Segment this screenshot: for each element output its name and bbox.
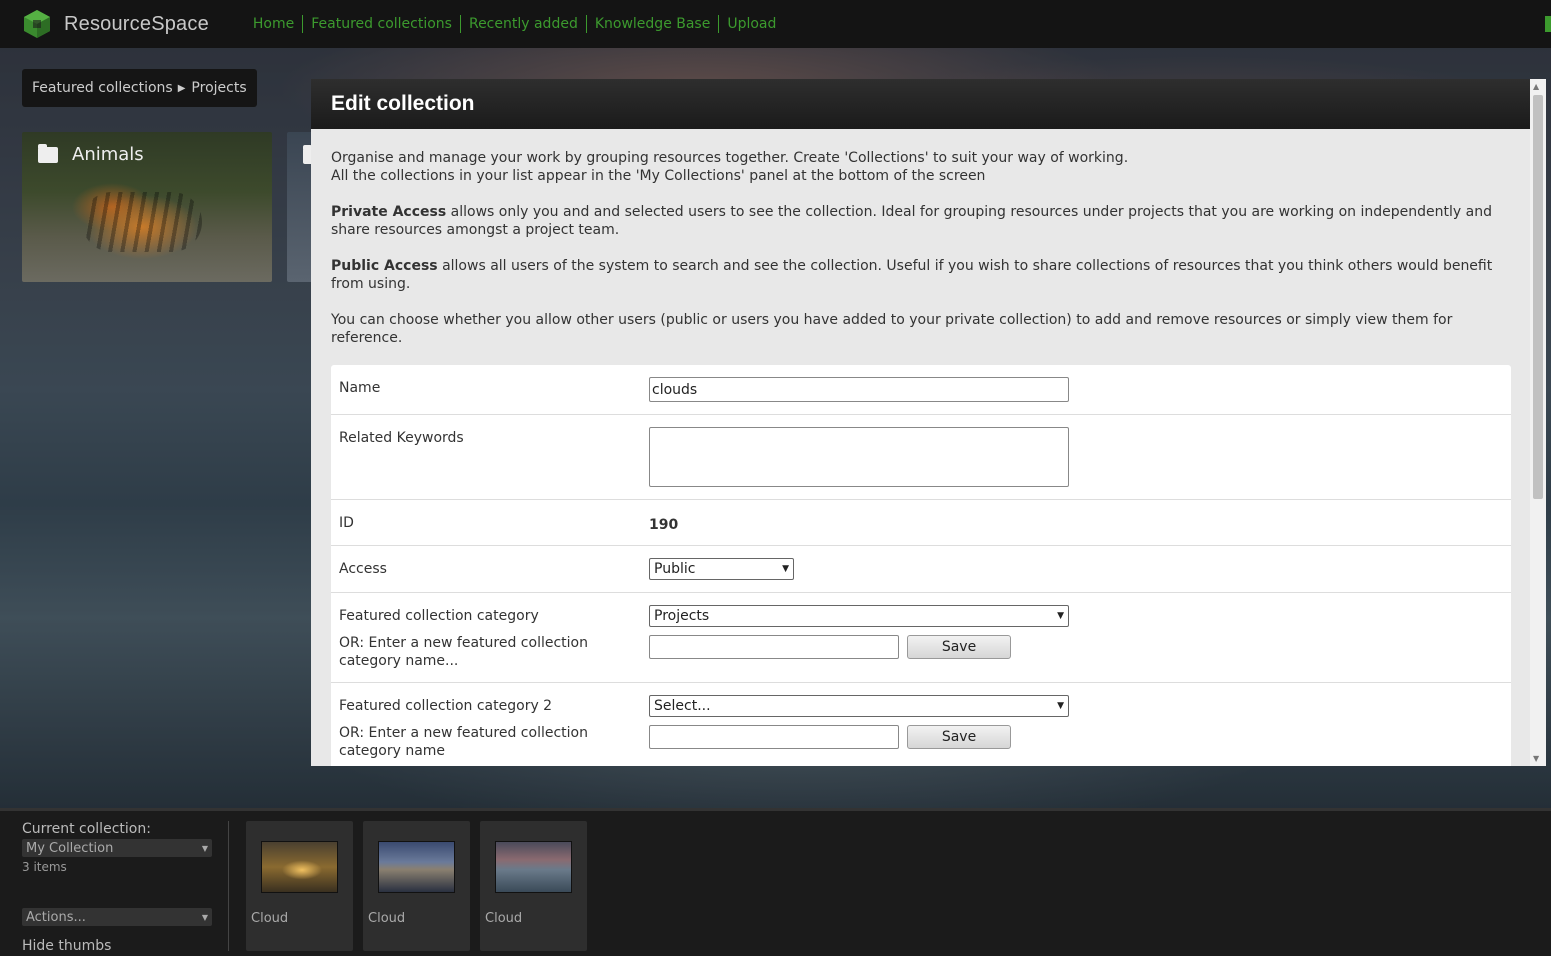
new-category2-input[interactable]: [649, 725, 899, 749]
modal-title: Edit collection: [331, 92, 475, 115]
collection-select[interactable]: My Collection ▼: [22, 839, 212, 857]
id-label: ID: [339, 515, 354, 531]
new-category-label: OR: Enter a new featured collection cate…: [339, 635, 588, 669]
actions-select[interactable]: Actions... ▼: [22, 908, 212, 926]
thumb-image: [261, 841, 338, 893]
breadcrumb: Featured collections ▶ Projects: [22, 69, 257, 107]
category2-select-value: Select...: [654, 698, 711, 714]
permissions-text: You can choose whether you allow other u…: [331, 312, 1453, 346]
logo[interactable]: ResourceSpace: [22, 9, 209, 39]
nav-upload[interactable]: Upload: [718, 15, 784, 33]
breadcrumb-featured-collections[interactable]: Featured collections: [32, 80, 173, 96]
category-select-value: Projects: [654, 608, 710, 624]
access-label: Access: [339, 561, 387, 577]
scroll-down-icon[interactable]: ▼: [1533, 754, 1539, 763]
save-category2-button[interactable]: Save: [907, 725, 1011, 749]
category2-select[interactable]: Select... ▼: [649, 695, 1069, 717]
modal-header: Edit collection: [311, 79, 1530, 129]
breadcrumb-projects[interactable]: Projects: [191, 80, 246, 96]
intro-text: Organise and manage your work by groupin…: [331, 149, 1510, 347]
main-nav: Home Featured collections Recently added…: [245, 15, 785, 33]
nav-featured-collections[interactable]: Featured collections: [302, 15, 460, 33]
public-access-text: allows all users of the system to search…: [331, 258, 1493, 292]
name-input[interactable]: [649, 377, 1069, 402]
public-access-paragraph: Public Access allows all users of the sy…: [331, 257, 1510, 293]
modal-body: Organise and manage your work by groupin…: [311, 129, 1530, 766]
nav-home[interactable]: Home: [245, 15, 302, 33]
folder-icon: [38, 143, 58, 163]
collection-thumb[interactable]: Cloud: [246, 821, 353, 951]
id-value: 190: [649, 517, 679, 533]
divider: [228, 821, 229, 951]
edit-collection-modal: Edit collection Organise and manage your…: [311, 79, 1546, 766]
private-access-text: allows only you and and selected users t…: [331, 204, 1492, 238]
keywords-label: Related Keywords: [339, 430, 464, 446]
dropdown-arrow-icon: ▼: [782, 564, 789, 574]
thumb-image: [495, 841, 572, 893]
modal-scrollbar[interactable]: ▲ ▼: [1530, 79, 1546, 766]
dropdown-arrow-icon: ▼: [201, 912, 208, 922]
access-select[interactable]: Public ▼: [649, 558, 794, 580]
save-category-button[interactable]: Save: [907, 635, 1011, 659]
hide-thumbs-link[interactable]: Hide thumbs: [22, 938, 212, 954]
caret-right-icon: ▶: [177, 82, 186, 94]
form-row-category2: Featured collection category 2 OR: Enter…: [331, 683, 1511, 766]
tiger-image: [82, 192, 202, 252]
private-access-term: Private Access: [331, 204, 447, 220]
collection-panel: Current collection: My Collection ▼ 3 it…: [22, 821, 212, 954]
public-access-term: Public Access: [331, 258, 438, 274]
tile-label: Animals: [72, 144, 144, 165]
access-select-value: Public: [654, 561, 696, 577]
form-row-access: Access Public ▼: [331, 546, 1511, 593]
category2-label: Featured collection category 2: [339, 698, 553, 714]
new-category-input[interactable]: [649, 635, 899, 659]
category-label: Featured collection category: [339, 608, 539, 624]
user-menu-icon[interactable]: [1545, 16, 1551, 32]
collection-thumb[interactable]: Cloud: [480, 821, 587, 951]
scroll-up-icon[interactable]: ▲: [1533, 82, 1539, 91]
new-category2-label: OR: Enter a new featured collection cate…: [339, 725, 588, 759]
dropdown-arrow-icon: ▼: [1057, 701, 1064, 711]
category-select[interactable]: Projects ▼: [649, 605, 1069, 627]
keywords-textarea[interactable]: [649, 427, 1069, 487]
thumb-label: Cloud: [485, 911, 523, 926]
edit-collection-form: Name Related Keywords ID 190 Access: [331, 365, 1511, 766]
thumb-label: Cloud: [368, 911, 406, 926]
dropdown-arrow-icon: ▼: [201, 843, 208, 853]
collection-tile-animals[interactable]: Animals: [22, 132, 272, 282]
form-row-name: Name: [331, 365, 1511, 415]
intro-line: All the collections in your list appear …: [331, 168, 986, 184]
collection-thumb[interactable]: Cloud: [363, 821, 470, 951]
top-header: ResourceSpace Home Featured collections …: [0, 0, 1551, 48]
form-row-keywords: Related Keywords: [331, 415, 1511, 500]
intro-paragraph: Organise and manage your work by groupin…: [331, 149, 1510, 185]
thumb-label: Cloud: [251, 911, 289, 926]
item-count: 3 items: [22, 860, 67, 874]
form-row-category: Featured collection category OR: Enter a…: [331, 593, 1511, 683]
resourcespace-logo-icon: [24, 10, 50, 38]
actions-select-value: Actions...: [26, 909, 86, 925]
collection-bar: Current collection: My Collection ▼ 3 it…: [0, 808, 1551, 956]
logo-text: ResourceSpace: [64, 12, 209, 35]
current-collection-label: Current collection:: [22, 821, 151, 837]
permissions-paragraph: You can choose whether you allow other u…: [331, 311, 1510, 347]
nav-knowledge-base[interactable]: Knowledge Base: [585, 15, 719, 33]
category-label-group: Featured collection category OR: Enter a…: [339, 605, 649, 670]
category2-label-group: Featured collection category 2 OR: Enter…: [339, 695, 649, 760]
collection-select-value: My Collection: [26, 840, 114, 856]
name-label: Name: [339, 380, 381, 396]
thumb-image: [378, 841, 455, 893]
private-access-paragraph: Private Access allows only you and and s…: [331, 203, 1510, 239]
scroll-thumb[interactable]: [1533, 95, 1543, 499]
form-row-id: ID 190: [331, 500, 1511, 546]
intro-line: Organise and manage your work by groupin…: [331, 150, 1129, 166]
nav-recently-added[interactable]: Recently added: [459, 15, 586, 33]
dropdown-arrow-icon: ▼: [1057, 611, 1064, 621]
